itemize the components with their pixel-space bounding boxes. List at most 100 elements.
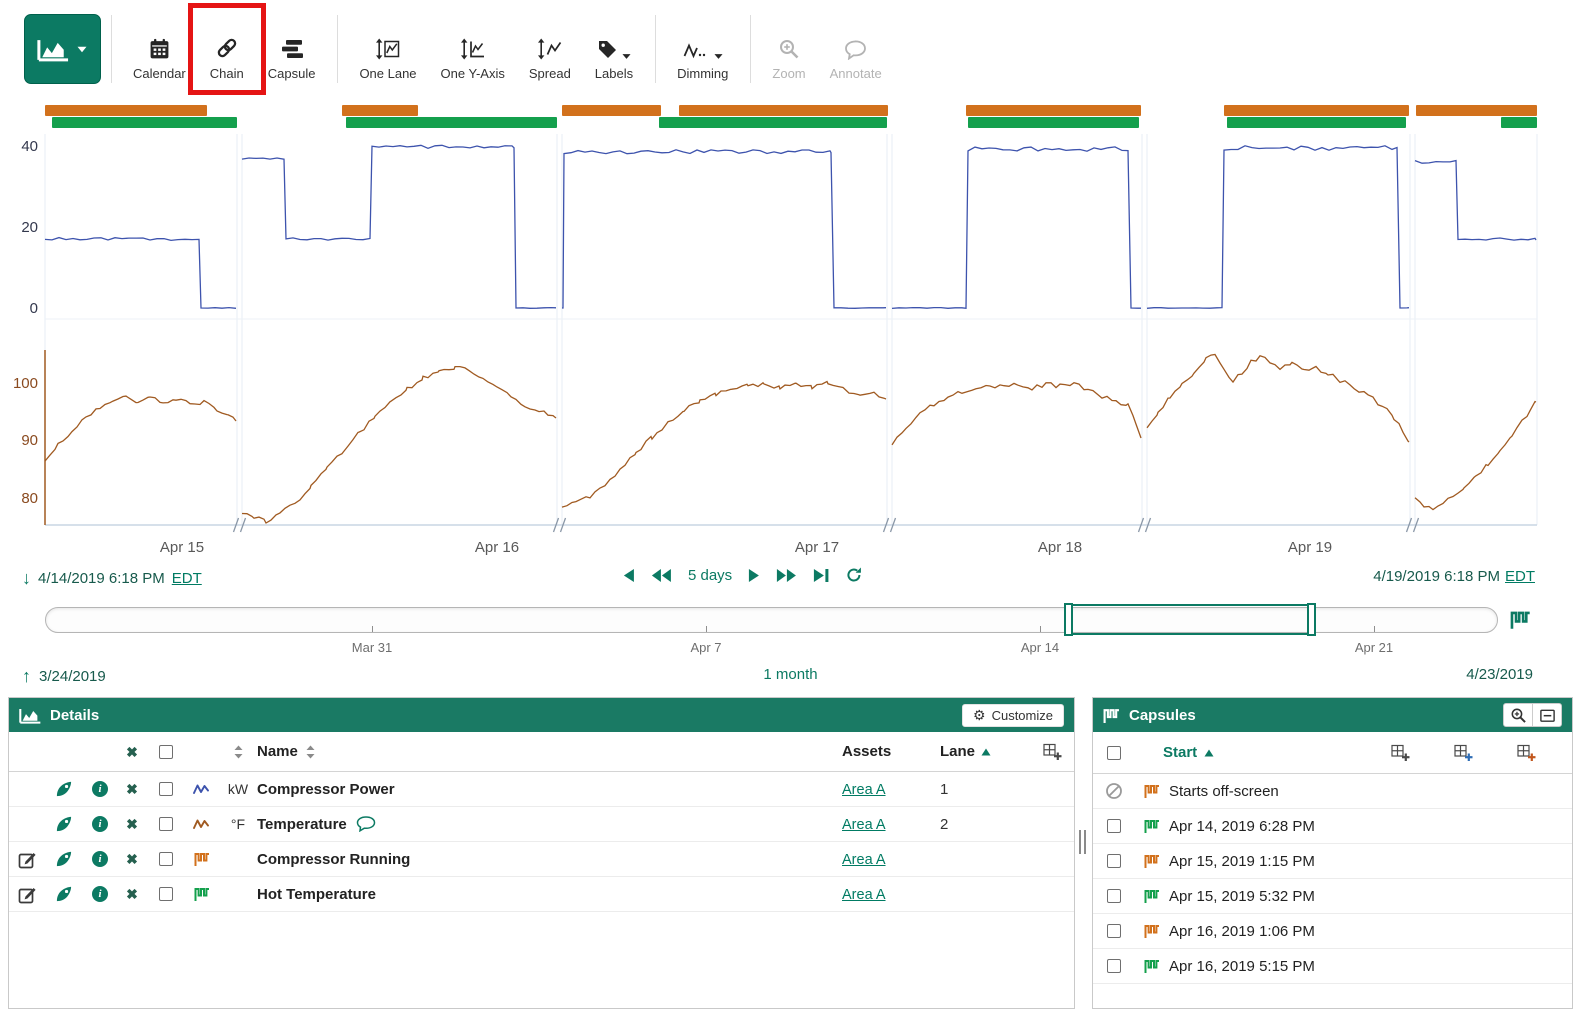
column-name[interactable]: Name bbox=[257, 743, 298, 760]
details-row[interactable]: i✖ Compressor RunningArea A bbox=[9, 842, 1074, 877]
column-start[interactable]: Start bbox=[1135, 744, 1391, 761]
add-column-icon[interactable] bbox=[1014, 743, 1074, 761]
investigate-rocket-icon[interactable] bbox=[45, 850, 83, 868]
edit-icon[interactable] bbox=[18, 850, 37, 869]
selection-right-handle[interactable] bbox=[1307, 603, 1316, 636]
column-assets[interactable]: Assets bbox=[842, 743, 924, 760]
capsule-row[interactable]: Apr 15, 2019 1:15 PM bbox=[1093, 844, 1572, 879]
back-icon[interactable] bbox=[623, 568, 635, 583]
investigate-rocket-icon[interactable] bbox=[45, 815, 83, 833]
svg-text:Apr 18: Apr 18 bbox=[1038, 539, 1082, 556]
toolbar-button-chain[interactable]: Chain bbox=[198, 15, 256, 81]
details-row[interactable]: i✖°FTemperatureArea A2 bbox=[9, 807, 1074, 842]
edit-icon[interactable] bbox=[18, 885, 37, 904]
capsule-time-icon[interactable] bbox=[1510, 609, 1531, 630]
toolbar-button-annotate[interactable]: Annotate bbox=[818, 15, 894, 81]
capsule-checkbox[interactable] bbox=[1107, 819, 1121, 833]
capsule-row[interactable]: Apr 16, 2019 5:15 PM bbox=[1093, 949, 1572, 984]
info-icon[interactable]: i bbox=[83, 816, 117, 832]
customize-button[interactable]: ⚙ Customize bbox=[962, 704, 1064, 727]
range-up-arrow-icon: ↑ bbox=[22, 666, 31, 687]
toolbar-button-one-lane[interactable]: One Lane bbox=[347, 15, 428, 81]
details-row[interactable]: i✖ Hot TemperatureArea A bbox=[9, 877, 1074, 912]
row-checkbox[interactable] bbox=[159, 887, 173, 901]
toolbar-button-one-y-axis[interactable]: One Y-Axis bbox=[429, 15, 517, 81]
add-column-icon[interactable] bbox=[1391, 744, 1410, 762]
trend-chart[interactable]: 402001009080Apr 15Apr 16Apr 17Apr 18Apr … bbox=[0, 100, 1581, 562]
selection-left-handle[interactable] bbox=[1064, 603, 1073, 636]
info-icon[interactable]: i bbox=[83, 781, 117, 797]
slider-tick-label: Apr 21 bbox=[1355, 640, 1393, 655]
asset-link[interactable]: Area A bbox=[842, 852, 886, 868]
capsules-table-header: Start bbox=[1093, 732, 1572, 774]
toolbar: CalendarChainCapsule One LaneOne Y-AxisSp… bbox=[0, 0, 1581, 98]
select-all-capsules-checkbox[interactable] bbox=[1107, 746, 1121, 760]
investigate-range-track[interactable] bbox=[45, 607, 1498, 633]
comment-icon[interactable] bbox=[356, 816, 376, 832]
row-checkbox[interactable] bbox=[159, 852, 173, 866]
details-row[interactable]: i✖kWCompressor PowerArea A1 bbox=[9, 772, 1074, 807]
investigate-range-duration[interactable]: 1 month bbox=[763, 666, 817, 683]
display-range-selection[interactable] bbox=[1068, 604, 1312, 635]
capsule-checkbox[interactable] bbox=[1107, 854, 1121, 868]
toolbar-button-zoom[interactable]: Zoom bbox=[760, 15, 817, 81]
display-pane-view-button[interactable] bbox=[24, 14, 101, 84]
panel-resize-handle[interactable] bbox=[1079, 830, 1086, 854]
item-name[interactable]: Compressor Running bbox=[257, 851, 842, 868]
asset-link[interactable]: Area A bbox=[842, 782, 886, 798]
remove-icon[interactable]: ✖ bbox=[117, 852, 147, 866]
remove-icon[interactable]: ✖ bbox=[117, 782, 147, 796]
add-property-column-icon[interactable] bbox=[1517, 744, 1536, 762]
toolbar-button-spread[interactable]: Spread bbox=[517, 15, 583, 81]
display-range-duration[interactable]: 5 days bbox=[688, 567, 732, 584]
svg-text:Apr 17: Apr 17 bbox=[795, 539, 839, 556]
investigate-rocket-icon[interactable] bbox=[45, 885, 83, 903]
toolbar-button-capsule[interactable]: Capsule bbox=[256, 15, 328, 81]
asset-link[interactable]: Area A bbox=[842, 817, 886, 833]
toolbar-button-labels[interactable]: Labels bbox=[583, 15, 645, 81]
display-range-end-timezone[interactable]: EDT bbox=[1505, 568, 1535, 585]
add-stat-column-icon[interactable] bbox=[1454, 744, 1473, 762]
slider-tick bbox=[706, 626, 707, 632]
capsule-row[interactable]: Apr 16, 2019 1:06 PM bbox=[1093, 914, 1572, 949]
capsule-checkbox[interactable] bbox=[1107, 924, 1121, 938]
fast-forward-icon[interactable] bbox=[776, 568, 797, 583]
rewind-icon[interactable] bbox=[651, 568, 672, 583]
capsule-row[interactable]: Starts off-screen bbox=[1093, 774, 1572, 809]
details-panel-header: Details ⚙ Customize bbox=[9, 698, 1074, 732]
svg-text:40: 40 bbox=[21, 138, 38, 155]
refresh-icon[interactable] bbox=[845, 566, 863, 584]
remove-icon[interactable]: ✖ bbox=[117, 887, 147, 901]
asset-link[interactable]: Area A bbox=[842, 887, 886, 903]
toolbar-button-dimming[interactable]: Dimming bbox=[665, 15, 740, 81]
labels-icon bbox=[597, 34, 631, 60]
remove-icon[interactable]: ✖ bbox=[117, 817, 147, 831]
item-name[interactable]: Compressor Power bbox=[257, 781, 842, 798]
sort-icon[interactable] bbox=[219, 745, 257, 759]
capsule-checkbox[interactable] bbox=[1107, 959, 1121, 973]
display-range-end[interactable]: 4/19/2019 6:18 PM bbox=[1373, 568, 1500, 585]
item-name[interactable]: Hot Temperature bbox=[257, 886, 842, 903]
display-range-start-timezone[interactable]: EDT bbox=[172, 570, 202, 587]
capsules-zoom-button[interactable] bbox=[1503, 703, 1533, 727]
collapse-icon bbox=[1539, 707, 1556, 724]
forward-icon[interactable] bbox=[748, 568, 760, 583]
capsule-row[interactable]: Apr 14, 2019 6:28 PM bbox=[1093, 809, 1572, 844]
zoom-icon bbox=[778, 34, 800, 60]
item-name[interactable]: Temperature bbox=[257, 816, 842, 833]
info-icon[interactable]: i bbox=[83, 851, 117, 867]
toolbar-button-calendar[interactable]: Calendar bbox=[121, 15, 198, 81]
display-range-start[interactable]: 4/14/2019 6:18 PM bbox=[38, 570, 165, 587]
capsule-row[interactable]: Apr 15, 2019 5:32 PM bbox=[1093, 879, 1572, 914]
capsules-collapse-button[interactable] bbox=[1532, 703, 1562, 727]
investigate-rocket-icon[interactable] bbox=[45, 780, 83, 798]
row-checkbox[interactable] bbox=[159, 817, 173, 831]
select-all-checkbox[interactable] bbox=[159, 745, 173, 759]
info-icon[interactable]: i bbox=[83, 886, 117, 902]
column-lane[interactable]: Lane bbox=[940, 743, 975, 760]
skip-to-end-icon[interactable] bbox=[813, 568, 829, 583]
row-checkbox[interactable] bbox=[159, 782, 173, 796]
remove-all-icon[interactable]: ✖ bbox=[126, 745, 138, 759]
capsule-checkbox[interactable] bbox=[1107, 889, 1121, 903]
chevron-down-icon bbox=[76, 46, 88, 53]
